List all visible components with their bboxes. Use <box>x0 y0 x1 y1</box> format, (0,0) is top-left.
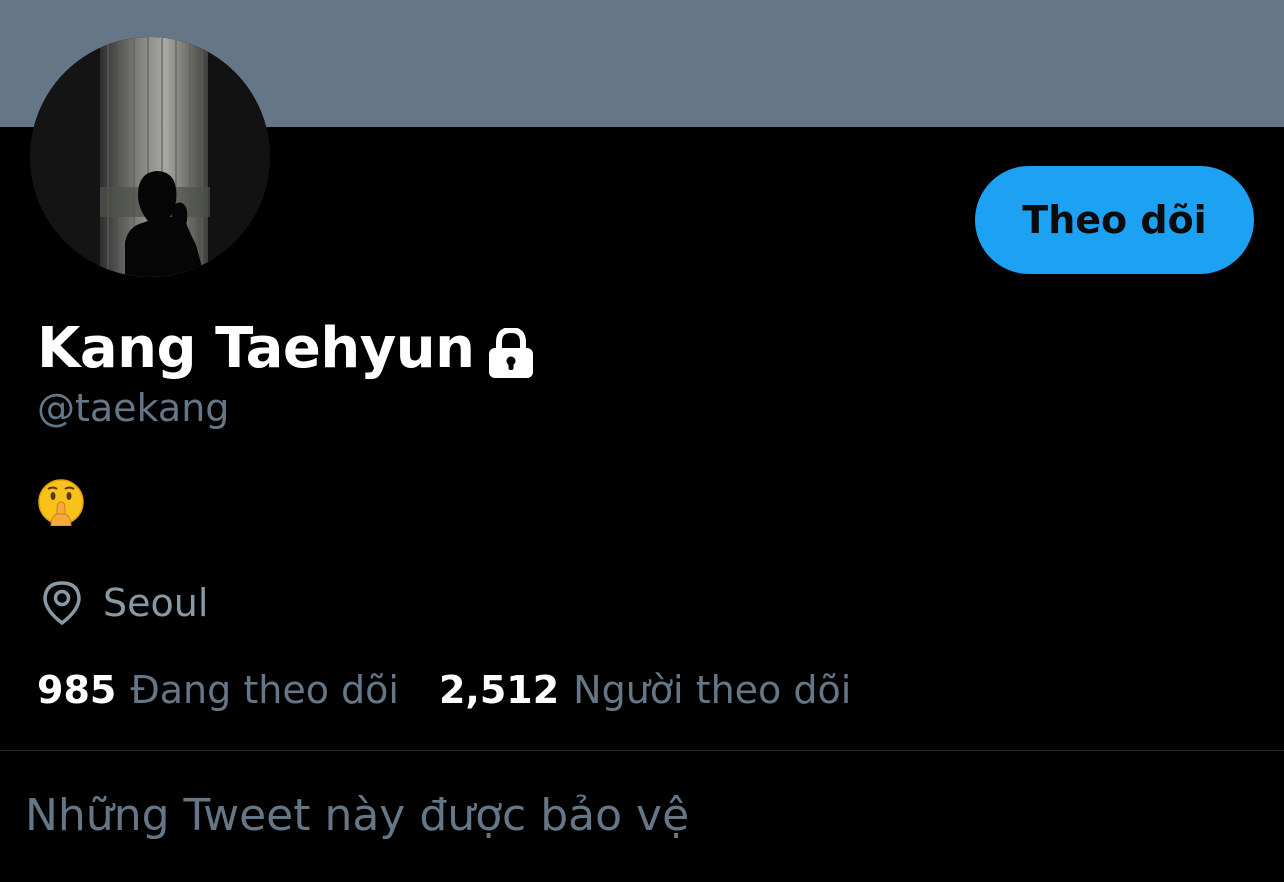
profile-name-row: Kang Taehyun <box>37 310 535 386</box>
section-divider <box>0 750 1284 751</box>
profile-handle: @taekang <box>37 386 230 430</box>
protected-tweets-notice: Những Tweet này được bảo vệ <box>25 790 690 841</box>
profile-page: Theo dõi Kang Taehyun @taekang Seoul 985… <box>0 0 1284 882</box>
followers-stat-link[interactable]: 2,512 Người theo dõi <box>439 668 851 712</box>
followers-count: 2,512 <box>438 668 560 712</box>
follow-stats: 985 Đang theo dõi 2,512 Người theo dõi <box>37 665 851 715</box>
avatar-photo <box>30 37 270 277</box>
follow-button[interactable]: Theo dõi <box>975 166 1254 274</box>
following-count: 985 <box>37 668 117 712</box>
following-label: Đang theo dõi <box>130 668 399 712</box>
location-text: Seoul <box>103 581 209 625</box>
profile-location: Seoul <box>40 578 208 628</box>
shushing-face-emoji <box>37 478 85 527</box>
followers-label: Người theo dõi <box>573 668 852 712</box>
profile-avatar[interactable] <box>30 37 270 277</box>
display-name: Kang Taehyun <box>37 315 475 381</box>
lock-icon <box>487 326 535 378</box>
following-stat-link[interactable]: 985 Đang theo dõi <box>37 668 399 712</box>
location-pin-icon <box>43 581 81 626</box>
